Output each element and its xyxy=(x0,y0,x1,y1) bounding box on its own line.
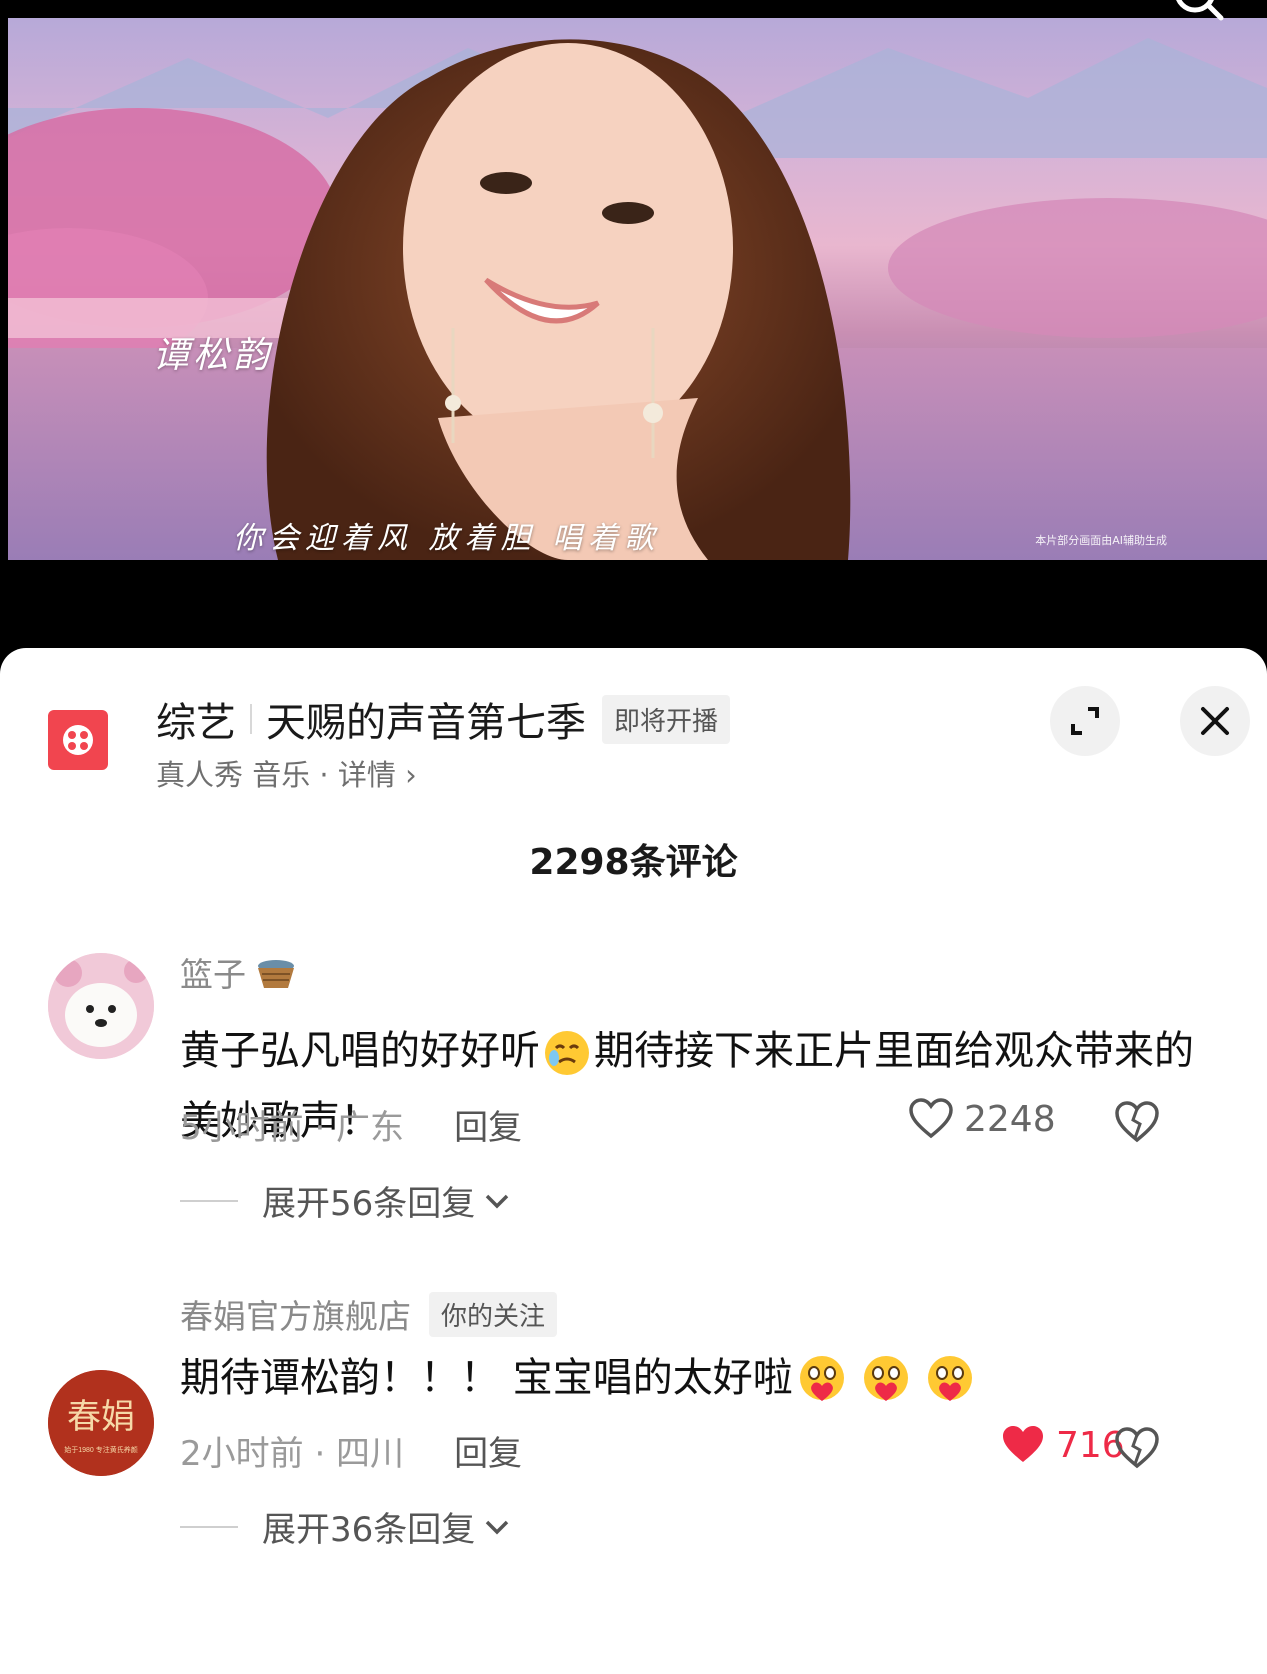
heart-outline-icon xyxy=(909,1098,953,1139)
show-title: 天赐的声音第七季 xyxy=(266,700,586,746)
title-divider xyxy=(250,704,252,734)
show-category: 综艺 xyxy=(156,700,236,746)
show-details-link[interactable]: 真人秀 音乐 · 详情 › xyxy=(156,752,417,794)
username: 春娟官方旗舰店 xyxy=(180,1297,411,1336)
heart-hug-face-icon xyxy=(927,1356,972,1401)
expand-replies-button[interactable]: 展开56条回复 xyxy=(180,1176,511,1225)
comment-time-location: 5小时前 · 广东 xyxy=(180,1108,405,1148)
name-overlay: 谭松韵 xyxy=(153,335,274,376)
comment-count: 2298条评论 xyxy=(529,842,738,883)
crying-face-icon xyxy=(545,1031,589,1075)
expand-icon xyxy=(1071,707,1099,735)
comments-sheet: 综艺 天赐的声音第七季 即将开播 真人秀 音乐 · 详情 › 2298条评论 篮… xyxy=(0,648,1267,1674)
chevron-down-icon xyxy=(486,1194,509,1208)
film-reel-icon xyxy=(63,725,93,755)
avatar-logo-text: 春娟 xyxy=(67,1398,135,1436)
heart-filled-icon xyxy=(1003,1426,1043,1462)
comment-meta: 5小时前 · 广东 回复 xyxy=(180,1100,522,1149)
comment-time-location: 2小时前 · 四川 xyxy=(180,1434,405,1474)
broken-heart-icon[interactable] xyxy=(1114,1426,1160,1470)
comment-meta: 2小时前 · 四川 回复 xyxy=(180,1426,522,1475)
close-icon xyxy=(1201,707,1229,735)
expand-replies-label: 展开36条回复 xyxy=(262,1510,476,1550)
show-title-row[interactable]: 综艺 天赐的声音第七季 即将开播 xyxy=(156,690,731,748)
like-count: 2248 xyxy=(964,1098,1056,1140)
like-button[interactable]: 2248 xyxy=(908,1098,1056,1140)
search-icon[interactable] xyxy=(1167,0,1227,28)
avatar-logo-subtext: 始于1980 专注黄氏养颜 xyxy=(64,1445,138,1454)
divider-line xyxy=(180,1525,238,1528)
expand-replies-button[interactable]: 展开36条回复 xyxy=(180,1502,511,1551)
username: 篮子 xyxy=(180,955,246,994)
expand-replies-label: 展开56条回复 xyxy=(262,1184,476,1224)
dog-avatar-image xyxy=(48,953,154,1059)
shop-logo-avatar: 春娟 始于1980 专注黄氏养颜 xyxy=(48,1370,154,1476)
heart-hug-face-icon xyxy=(863,1356,908,1401)
broken-heart-icon[interactable] xyxy=(1114,1100,1160,1144)
divider-line xyxy=(180,1199,238,1202)
reply-button[interactable]: 回复 xyxy=(454,1426,522,1475)
lyric-caption: 你会迎着风 放着胆 唱着歌 xyxy=(233,521,661,556)
scenery-illustration xyxy=(8,38,1267,560)
ai-disclaimer: 本片部分画面由AI辅助生成 xyxy=(1035,534,1167,547)
basket-emoji-icon xyxy=(258,960,294,988)
video-frame: 谭松韵 你会迎着风 放着胆 唱着歌 本片部分画面由AI辅助生成 xyxy=(8,18,1267,560)
comment-text-body: 期待谭松韵！！！ 宝宝唱的太好啦 xyxy=(180,1355,793,1401)
avatar[interactable] xyxy=(48,953,154,1059)
status-tag: 即将开播 xyxy=(602,694,731,744)
username-row[interactable]: 春娟官方旗舰店 你的关注 xyxy=(180,1290,558,1338)
close-button[interactable] xyxy=(1180,686,1250,756)
comment-text: 期待谭松韵！！！ 宝宝唱的太好啦 xyxy=(180,1343,1220,1413)
fullscreen-button[interactable] xyxy=(1050,686,1120,756)
avatar[interactable]: 春娟 始于1980 专注黄氏养颜 xyxy=(48,1370,154,1476)
like-button[interactable]: 716 xyxy=(1000,1424,1125,1466)
video-player[interactable]: 谭松韵 你会迎着风 放着胆 唱着歌 本片部分画面由AI辅助生成 xyxy=(0,0,1267,650)
username-row[interactable]: 篮子 xyxy=(180,948,298,996)
reply-button[interactable]: 回复 xyxy=(454,1100,522,1149)
heart-hug-face-icon xyxy=(799,1356,844,1401)
show-icon[interactable] xyxy=(48,710,108,770)
comment-text-part1: 黄子弘凡唱的好好听 xyxy=(180,1028,540,1074)
chevron-down-icon xyxy=(486,1520,509,1534)
following-badge: 你的关注 xyxy=(429,1291,558,1337)
